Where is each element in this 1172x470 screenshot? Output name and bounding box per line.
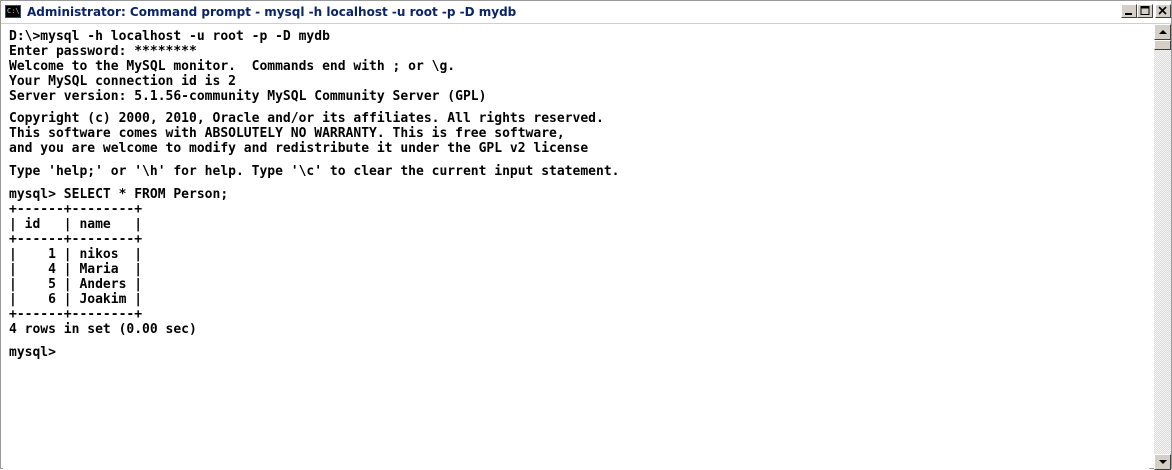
console-line: Copyright (c) 2000, 2010, Oracle and/or … xyxy=(9,111,604,126)
console-line: D:\>mysql -h localhost -u root -p -D myd… xyxy=(9,29,330,44)
result-table-border: +------+--------+ xyxy=(9,232,143,247)
scroll-up-arrow-icon xyxy=(1159,30,1167,34)
cmd-icon-label: C:\ xyxy=(7,7,20,15)
close-button[interactable] xyxy=(1155,4,1171,18)
console-line: and you are welcome to modify and redist… xyxy=(9,141,589,156)
result-table-border: +------+--------+ xyxy=(9,307,143,322)
cmd-icon[interactable]: C:\ xyxy=(5,5,21,18)
console-line: Welcome to the MySQL monitor. Commands e… xyxy=(9,59,456,74)
title-bar[interactable]: C:\ Administrator: Command prompt - mysq… xyxy=(1,1,1171,24)
window-title: Administrator: Command prompt - mysql -h… xyxy=(27,5,517,19)
maximize-button[interactable] xyxy=(1137,4,1153,18)
close-icon xyxy=(1158,6,1167,15)
scroll-up-button[interactable] xyxy=(1154,24,1171,40)
console-line: mysql> SELECT * FROM Person; xyxy=(9,187,229,202)
result-table-row: | 5 | Anders | xyxy=(9,277,143,292)
console-line: 4 rows in set (0.00 sec) xyxy=(9,322,197,337)
console-line: Your MySQL connection id is 2 xyxy=(9,74,236,89)
result-table-row: | 4 | Maria | xyxy=(9,262,143,277)
result-table-row: | 6 | Joakim | xyxy=(9,292,143,307)
scroll-thumb[interactable] xyxy=(1154,40,1171,50)
result-table-row: | 1 | nikos | xyxy=(9,247,143,262)
console-line: Enter password: ******** xyxy=(9,44,197,59)
console-line: Type 'help;' or '\h' for help. Type '\c'… xyxy=(9,164,620,179)
console-line: Server version: 5.1.56-community MySQL C… xyxy=(9,89,487,104)
console-line: This software comes with ABSOLUTELY NO W… xyxy=(9,126,565,141)
scroll-down-arrow-icon xyxy=(1159,460,1167,464)
scroll-down-button[interactable] xyxy=(1154,454,1171,470)
command-prompt-window: C:\ Administrator: Command prompt - mysq… xyxy=(0,0,1172,470)
minimize-button[interactable] xyxy=(1121,4,1137,18)
minimize-icon xyxy=(1125,13,1132,15)
vertical-scrollbar[interactable] xyxy=(1154,24,1171,470)
result-table-border: +------+--------+ xyxy=(9,202,143,217)
maximize-icon xyxy=(1140,6,1150,15)
result-table-header: | id | name | xyxy=(9,217,143,232)
mysql-prompt[interactable]: mysql> xyxy=(9,345,56,360)
console-output[interactable]: D:\>mysql -h localhost -u root -p -D myd… xyxy=(3,24,1149,470)
